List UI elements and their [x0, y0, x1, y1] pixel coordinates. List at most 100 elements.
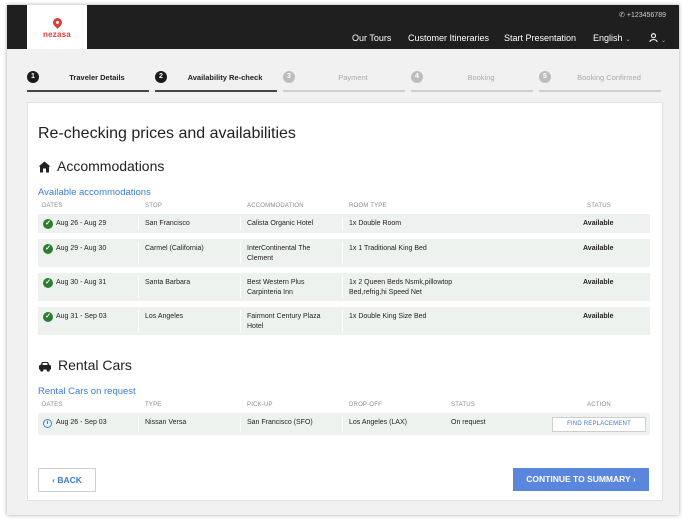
- col-type: TYPE: [145, 402, 162, 408]
- user-icon: [649, 33, 658, 43]
- row-dates: Aug 29 - Aug 30: [56, 245, 107, 252]
- column-divider: [342, 217, 343, 230]
- column-divider: [138, 217, 139, 230]
- phone-icon: ✆: [618, 12, 625, 19]
- col-dates: DATES: [42, 203, 63, 209]
- app-window: nezasa ✆ +123456789 Our Tours Customer It…: [7, 5, 679, 515]
- row-accommodation: Best Western Plus Carpinteria Inn: [247, 279, 305, 296]
- row-room-type: 1x Double Room: [349, 220, 402, 227]
- step-number: 4: [411, 71, 423, 83]
- rental-cars-heading: Rental Cars: [38, 357, 132, 373]
- logo-text: nezasa: [43, 30, 71, 39]
- user-menu[interactable]: ⌄: [649, 33, 666, 44]
- available-accommodations-label: Available accommodations: [38, 187, 151, 198]
- col-action: ACTION: [587, 402, 611, 408]
- rental-cars-on-request-label: Rental Cars on request: [38, 386, 136, 397]
- language-selector[interactable]: English ⌄: [593, 33, 631, 43]
- nav-start-presentation[interactable]: Start Presentation: [504, 33, 576, 43]
- chevron-down-icon: ⌄: [625, 37, 631, 43]
- page-title: Re-checking prices and availabilities: [38, 125, 296, 142]
- back-button[interactable]: ‹ BACK: [38, 468, 96, 492]
- phone-text: +123456789: [626, 12, 666, 19]
- nav-customer-itineraries[interactable]: Customer Itineraries: [408, 33, 489, 43]
- row-dates: Aug 26 - Sep 03: [56, 419, 107, 426]
- step-booking: 4 Booking: [411, 71, 533, 92]
- column-divider: [240, 242, 241, 264]
- table-row: ✓ Aug 29 - Aug 30 Carmel (California) In…: [38, 239, 650, 267]
- row-accommodation: InterContinental The Clement: [247, 245, 311, 262]
- col-stop: STOP: [145, 203, 163, 209]
- row-accommodation: Fairmont Century Plaza Hotel: [247, 313, 321, 330]
- row-pickup: San Francisco (SFO): [247, 419, 313, 426]
- step-traveler-details[interactable]: 1 Traveler Details: [27, 71, 149, 92]
- row-dropoff: Los Angeles (LAX): [349, 419, 407, 426]
- continue-button-label: CONTINUE TO SUMMARY: [526, 474, 631, 484]
- nezasa-logo[interactable]: nezasa: [27, 5, 87, 49]
- continue-to-summary-button[interactable]: CONTINUE TO SUMMARY ›: [513, 468, 649, 491]
- column-divider: [240, 217, 241, 230]
- step-label: Traveler Details: [69, 73, 125, 82]
- table-row: ✓ Aug 30 - Aug 31 Santa Barbara Best Wes…: [38, 273, 650, 301]
- step-label: Availability Re-check: [187, 73, 263, 82]
- phone-number[interactable]: ✆ +123456789: [619, 11, 666, 19]
- col-dropoff: DROP-OFF: [349, 402, 382, 408]
- row-dates: Aug 30 - Aug 31: [56, 279, 107, 286]
- back-button-label: BACK: [57, 475, 82, 485]
- table-row: ✓ Aug 26 - Aug 29 San Francisco Calista …: [38, 214, 650, 233]
- row-status: Available: [583, 245, 614, 252]
- step-payment: 3 Payment: [283, 71, 405, 92]
- row-dates: Aug 26 - Aug 29: [56, 220, 107, 227]
- recheck-panel: Re-checking prices and availabilities Ac…: [27, 102, 663, 501]
- rental-cars-heading-text: Rental Cars: [58, 357, 132, 373]
- chevron-right-icon: ›: [632, 474, 636, 484]
- step-label: Payment: [338, 73, 368, 82]
- accommodations-heading: Accommodations: [38, 158, 164, 174]
- col-status: STATUS: [451, 402, 475, 408]
- column-divider: [342, 276, 343, 298]
- column-divider: [342, 242, 343, 264]
- progress-stepper: 1 Traveler Details 2 Availability Re-che…: [27, 71, 661, 92]
- column-divider: [138, 276, 139, 298]
- chevron-left-icon: ‹: [52, 475, 55, 485]
- accommodations-heading-text: Accommodations: [57, 158, 165, 174]
- row-stop: San Francisco: [145, 220, 190, 227]
- row-room-type: 1x Double King Size Bed: [349, 313, 427, 320]
- row-room-type: 1x 2 Queen Beds Nsmk,pillowtop Bed,refri…: [349, 279, 453, 296]
- step-booking-confirmed: 5 Booking Confirmed: [539, 71, 661, 92]
- step-number: 3: [283, 71, 295, 83]
- row-stop: Los Angeles: [145, 313, 184, 320]
- column-divider: [240, 276, 241, 298]
- column-divider: [138, 416, 139, 432]
- step-availability-recheck[interactable]: 2 Availability Re-check: [155, 71, 277, 92]
- step-number: 1: [27, 71, 39, 83]
- table-row: Aug 26 - Sep 03 Nissan Versa San Francis…: [38, 413, 650, 435]
- column-divider: [138, 310, 139, 332]
- column-divider: [342, 416, 343, 432]
- column-divider: [342, 310, 343, 332]
- row-status: Available: [583, 279, 614, 286]
- col-pickup: PICK-UP: [247, 402, 273, 408]
- col-room-type: ROOM TYPE: [349, 203, 387, 209]
- column-divider: [240, 310, 241, 332]
- row-status: Available: [583, 220, 614, 227]
- col-dates: DATES: [42, 402, 63, 408]
- nav-our-tours[interactable]: Our Tours: [352, 33, 391, 43]
- location-pin-icon: [51, 16, 64, 29]
- find-replacement-button[interactable]: FIND REPLACEMENT: [552, 417, 646, 432]
- row-dates: Aug 31 - Sep 03: [56, 313, 107, 320]
- step-label: Booking: [467, 73, 495, 82]
- row-type: Nissan Versa: [145, 419, 187, 426]
- step-number: 5: [539, 71, 551, 83]
- house-icon: [38, 161, 51, 173]
- row-stop: Carmel (California): [145, 245, 204, 252]
- top-navigation-bar: nezasa ✆ +123456789 Our Tours Customer It…: [7, 5, 679, 49]
- row-status: Available: [583, 313, 614, 320]
- col-status: STATUS: [587, 203, 611, 209]
- row-room-type: 1x 1 Traditional King Bed: [349, 245, 427, 252]
- step-number: 2: [155, 71, 167, 83]
- car-icon: [39, 362, 51, 372]
- chevron-down-icon: ⌄: [661, 38, 667, 44]
- row-status: On request: [451, 419, 486, 426]
- column-divider: [138, 242, 139, 264]
- row-accommodation: Calista Organic Hotel: [247, 220, 314, 227]
